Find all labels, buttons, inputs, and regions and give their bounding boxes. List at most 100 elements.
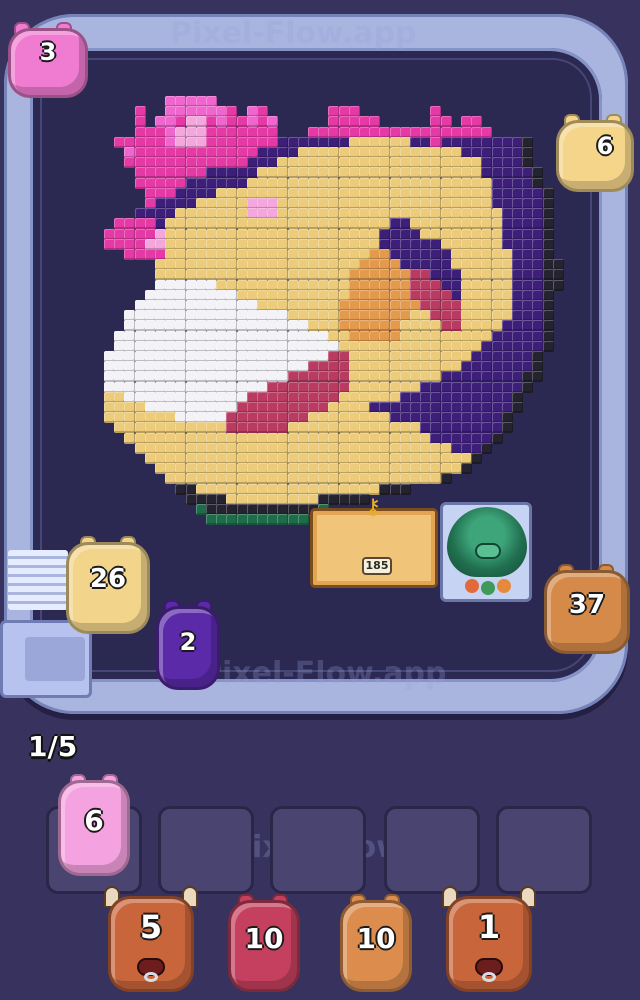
pixel-block <box>185 167 197 179</box>
pixel-block <box>328 432 340 444</box>
pixel-block <box>287 177 299 189</box>
pixel-block <box>338 279 350 291</box>
pig-number: 10 <box>356 922 396 955</box>
pixel-block <box>379 279 391 291</box>
pixel-block <box>328 177 340 189</box>
pixel-block <box>542 330 554 342</box>
pixel-block <box>185 432 197 444</box>
pixel-block <box>328 279 340 291</box>
pixel-block <box>277 330 289 342</box>
pixel-block <box>185 493 197 505</box>
pixel-block <box>277 218 289 230</box>
pixel-block <box>175 228 187 240</box>
pixel-block <box>226 218 238 230</box>
pixel-block <box>491 432 503 444</box>
pixel-block <box>430 381 442 393</box>
pixel-block <box>134 218 146 230</box>
pixel-block <box>175 422 187 434</box>
pixel-block <box>552 279 564 291</box>
track-pig-cream-left[interactable]: 26 <box>66 536 150 634</box>
pixel-block <box>185 116 197 128</box>
pixel-block <box>389 279 401 291</box>
cabbage-pig-tile[interactable] <box>440 502 532 602</box>
track-pig-cream-right[interactable]: 6 <box>556 114 634 192</box>
pixel-block <box>532 330 544 342</box>
cabbage-snout-icon <box>475 543 501 559</box>
pixel-block <box>124 218 136 230</box>
locked-crate[interactable]: ⚷ 185 <box>310 495 438 588</box>
pixel-block <box>287 218 299 230</box>
pixel-block <box>287 381 299 393</box>
pixel-block <box>440 177 452 189</box>
pixel-block <box>532 228 544 240</box>
pixel-block <box>134 371 146 383</box>
queue-launcher-slot <box>25 637 85 681</box>
bottom-pig-2[interactable]: 10 <box>228 894 300 992</box>
pixel-block <box>379 381 391 393</box>
pixel-block <box>226 228 238 240</box>
pixel-block <box>175 473 187 485</box>
pixel-block <box>226 279 238 291</box>
pixel-block <box>481 126 493 138</box>
pixel-block <box>134 330 146 342</box>
pixel-block <box>185 381 197 393</box>
pixel-block <box>185 371 197 383</box>
track-pig-pink[interactable]: 3 <box>8 22 88 98</box>
pixel-block <box>379 167 391 179</box>
pixel-block <box>491 269 503 281</box>
pixel-block <box>124 157 136 169</box>
holding-slot-4[interactable] <box>384 806 480 894</box>
tomato-icon <box>465 579 479 593</box>
pixel-block <box>389 126 401 138</box>
pixel-block <box>542 279 554 291</box>
pixel-block <box>440 432 452 444</box>
pixel-block <box>440 371 452 383</box>
pixel-block <box>481 269 493 281</box>
pixel-block <box>338 432 350 444</box>
pixel-block <box>328 320 340 332</box>
bottom-pig-3[interactable]: 10 <box>340 894 412 992</box>
slot-pig-pink[interactable]: 6 <box>58 774 130 876</box>
pixel-block <box>389 473 401 485</box>
pixel-block <box>481 381 493 393</box>
pixel-block <box>277 514 289 526</box>
pixel-block <box>430 371 442 383</box>
pixel-block <box>430 218 442 230</box>
track-pig-purple[interactable]: 2 <box>156 600 220 690</box>
pixel-block <box>287 514 299 526</box>
track-pig-orange[interactable]: 37 <box>544 564 630 654</box>
pixel-block <box>287 330 299 342</box>
pixel-block <box>236 177 248 189</box>
pixel-block <box>532 167 544 179</box>
pixel-block <box>389 320 401 332</box>
pixel-block <box>440 269 452 281</box>
pixel-block <box>134 422 146 434</box>
pixel-block <box>338 218 350 230</box>
pixel-block <box>277 422 289 434</box>
pixel-block <box>522 381 534 393</box>
pixel-block <box>175 279 187 291</box>
bottom-bull-1[interactable]: 5 <box>104 886 198 992</box>
pixel-block <box>236 269 248 281</box>
holding-slot-5[interactable] <box>496 806 592 894</box>
nose-ring-icon <box>144 972 158 982</box>
pixel-block <box>481 228 493 240</box>
pixel-block <box>175 320 187 332</box>
pixel-block <box>542 269 554 281</box>
pixel-block <box>440 167 452 179</box>
pixel-block <box>134 320 146 332</box>
pixel-block <box>440 228 452 240</box>
pixel-block <box>481 422 493 434</box>
pig-number: 26 <box>89 564 127 594</box>
pixel-block <box>430 228 442 240</box>
holding-slot-3[interactable] <box>270 806 366 894</box>
pixel-block <box>379 228 391 240</box>
pixel-block <box>287 279 299 291</box>
pixel-block <box>287 483 299 495</box>
holding-slot-2[interactable] <box>158 806 254 894</box>
pixel-block <box>379 473 391 485</box>
bottom-bull-4[interactable]: 1 <box>442 886 536 992</box>
pixel-block <box>481 320 493 332</box>
pixel-block <box>491 381 503 393</box>
pixel-block <box>491 330 503 342</box>
